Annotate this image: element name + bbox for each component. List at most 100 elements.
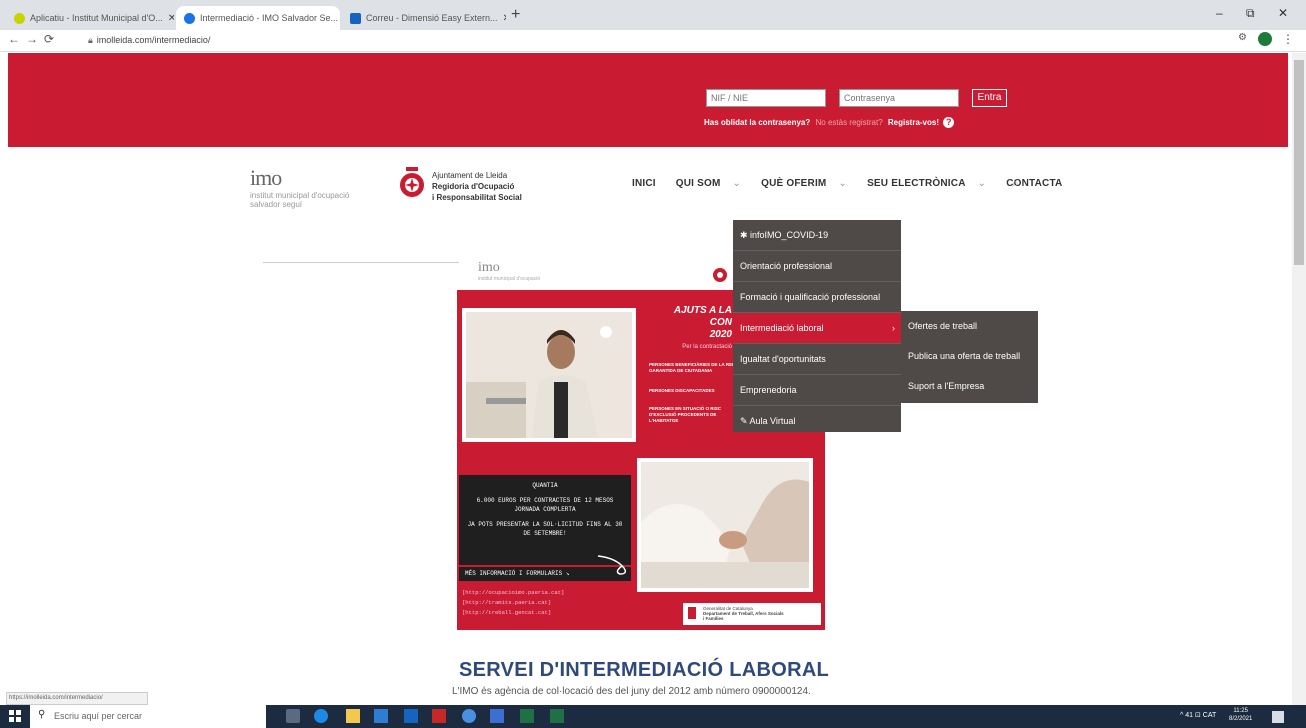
app-icon-red[interactable]: [432, 709, 446, 723]
excel-icon[interactable]: [520, 709, 534, 723]
menu-item-orientacio[interactable]: Orientació professional: [733, 251, 901, 282]
clock-date: 8/2/2021: [1229, 716, 1253, 722]
taskbar-search-placeholder: Escriu aquí per cercar: [54, 711, 143, 721]
submenu-item-publica[interactable]: Publica una oferta de treball: [901, 341, 1038, 371]
chevron-right-icon: ›: [892, 323, 895, 333]
poster-bullet: GARANTIDA DE CIUTADANIA: [649, 368, 713, 373]
chevron-down-icon: ⌄: [732, 178, 742, 189]
generalitat-seal: Generalitat de Catalunya Departament de …: [683, 603, 821, 625]
close-icon[interactable]: ✕: [168, 13, 174, 24]
windows-start-icon[interactable]: [8, 709, 22, 723]
arrow-scribble-icon: [597, 555, 627, 575]
ajuntament-line: Ajuntament de Lleida: [432, 171, 508, 180]
scrollbar-thumb[interactable]: [1294, 60, 1304, 265]
login-links: Has oblidat la contrasenya? No estàs reg…: [704, 117, 955, 128]
nav-item-qui-som[interactable]: QUI SOM ⌄: [676, 178, 751, 189]
poster-logo-text: imo: [478, 260, 500, 275]
more-menu-icon[interactable]: ⋮: [1282, 32, 1294, 46]
password-field[interactable]: [839, 89, 959, 107]
browser-tab-1[interactable]: Aplicatiu - Institut Municipal d'O... ✕: [6, 6, 174, 30]
tab-title: Correu - Dimensió Easy Extern...: [366, 13, 498, 23]
nav-item-inici[interactable]: INICI: [632, 178, 666, 189]
divider: [263, 262, 459, 263]
minimize-button[interactable]: –: [1216, 6, 1223, 20]
system-tray[interactable]: ^ 41 ⊡ CAT: [1180, 711, 1216, 719]
intermediacio-submenu: Ofertes de treball Publica una oferta de…: [901, 311, 1038, 403]
poster-logo-sub: institut municipal d'ocupació: [478, 276, 541, 282]
mail-icon[interactable]: [404, 709, 418, 723]
menu-item-aula-virtual[interactable]: ✎ Aula Virtual: [733, 406, 901, 437]
poster-bullet: L'HABITATGE: [649, 418, 679, 423]
new-tab-button[interactable]: +: [511, 6, 520, 24]
ajuntament-text: Ajuntament de Lleida Regidoria d'Ocupaci…: [432, 170, 522, 203]
menu-item-label: infoIMO_COVID-19: [750, 230, 829, 240]
nav-item-que-oferim[interactable]: QUÈ OFERIM ⌄: [761, 178, 857, 189]
browser-tab-2[interactable]: Intermediació - IMO Salvador Se... ✕: [176, 6, 340, 30]
menu-item-label: Emprenedoria: [740, 385, 797, 395]
forward-icon[interactable]: →: [26, 32, 38, 46]
poster-link[interactable]: [http://tramits.paeria.cat]: [462, 598, 564, 608]
poster-photo-handshake: [637, 458, 813, 592]
poster-link[interactable]: [http://treball.gencat.cat]: [462, 608, 564, 618]
taskbar-search-input[interactable]: ⚲ Escriu aquí per cercar: [30, 705, 266, 728]
submenu-item-suport[interactable]: Suport a l'Empresa: [901, 371, 1038, 401]
menu-item-covid[interactable]: ✱ infoIMO_COVID-19: [733, 220, 901, 251]
poster-title-year: 2020: [709, 329, 732, 340]
search-icon: ⚲: [38, 709, 46, 720]
avatar[interactable]: [1258, 32, 1272, 46]
tab-title: Aplicatiu - Institut Municipal d'O...: [30, 13, 163, 23]
deadline-text: JA POTS PRESENTAR LA SOL·LICITUD FINS AL…: [467, 521, 623, 537]
app-icon-blue[interactable]: [490, 709, 504, 723]
url-field[interactable]: 🔒︎ imolleida.com/intermediacio/: [88, 35, 210, 46]
taskbar-clock[interactable]: 11:25 8/2/2021: [1229, 707, 1252, 723]
menu-item-emprenedoria[interactable]: Emprenedoria: [733, 375, 901, 406]
close-window-button[interactable]: ✕: [1278, 6, 1288, 20]
notifications-icon[interactable]: [1272, 711, 1284, 723]
task-view-icon[interactable]: [286, 709, 300, 723]
menu-item-formacio[interactable]: Formació i qualificació professional: [733, 282, 901, 313]
intro-text: L'IMO és agència de col·locació des del …: [452, 686, 811, 697]
browser-tab-3[interactable]: Correu - Dimensió Easy Extern... ✕: [342, 6, 506, 30]
menu-item-intermediacio[interactable]: Intermediació laboral ›: [733, 313, 901, 344]
reload-icon[interactable]: ⟳: [44, 32, 54, 46]
nif-input[interactable]: [706, 89, 826, 107]
site-header: [8, 53, 1288, 147]
chrome-icon[interactable]: [462, 709, 476, 723]
tab-favicon-icon: [350, 12, 361, 24]
register-link[interactable]: Registra-vos!: [888, 118, 939, 127]
login-button[interactable]: Entra: [972, 89, 1007, 107]
edge-icon[interactable]: [314, 709, 328, 723]
nav-item-seu-electronica[interactable]: SEU ELECTRÒNICA ⌄: [867, 178, 996, 189]
maximize-button[interactable]: ⧉: [1246, 6, 1255, 21]
tab-title: Intermediació - IMO Salvador Se...: [200, 13, 339, 23]
sun-icon: ✱: [740, 230, 751, 240]
logo-subtitle-2: salvador seguí: [250, 200, 303, 209]
tab-favicon-icon: [14, 12, 25, 24]
store-icon[interactable]: [374, 709, 388, 723]
chevron-down-icon: ⌄: [977, 178, 987, 189]
poster-crest-icon: [713, 268, 727, 282]
menu-item-igualtat[interactable]: Igualtat d'oportunitats: [733, 344, 901, 375]
clock-time: 11:25: [1233, 708, 1248, 714]
extension-icon[interactable]: ⚙: [1238, 32, 1247, 43]
nav-label: SEU ELECTRÒNICA: [867, 178, 966, 189]
forgot-password-link[interactable]: Has oblidat la contrasenya?: [704, 118, 810, 127]
submenu-item-ofertes[interactable]: Ofertes de treball: [901, 311, 1038, 341]
tab-favicon-icon: [184, 12, 195, 24]
poster-link[interactable]: [http://ocupacioimo.paeria.cat]: [462, 588, 564, 598]
logo-text: imo: [250, 165, 282, 190]
nav-label: QUI SOM: [675, 178, 721, 189]
menu-item-label: Formació i qualificació professional: [740, 292, 881, 302]
imo-logo[interactable]: imo institut municipal d'ocupació salvad…: [250, 165, 349, 209]
back-icon[interactable]: ←: [8, 32, 20, 46]
poster-photo-worker: [462, 308, 636, 442]
logo-subtitle: institut municipal d'ocupació: [250, 191, 350, 200]
close-icon[interactable]: ✕: [503, 13, 506, 24]
poster-subtitle: Per la contractació: [682, 344, 732, 350]
search-icon[interactable]: ⌕: [1012, 176, 1019, 191]
file-explorer-icon[interactable]: [346, 709, 360, 723]
regidoria-line: Regidoria d'Ocupació: [432, 182, 515, 191]
help-icon[interactable]: ?: [943, 117, 955, 128]
poster-bullet: PERSONES DISCAPACITADES: [649, 388, 715, 393]
excel-icon-2[interactable]: [550, 709, 564, 723]
